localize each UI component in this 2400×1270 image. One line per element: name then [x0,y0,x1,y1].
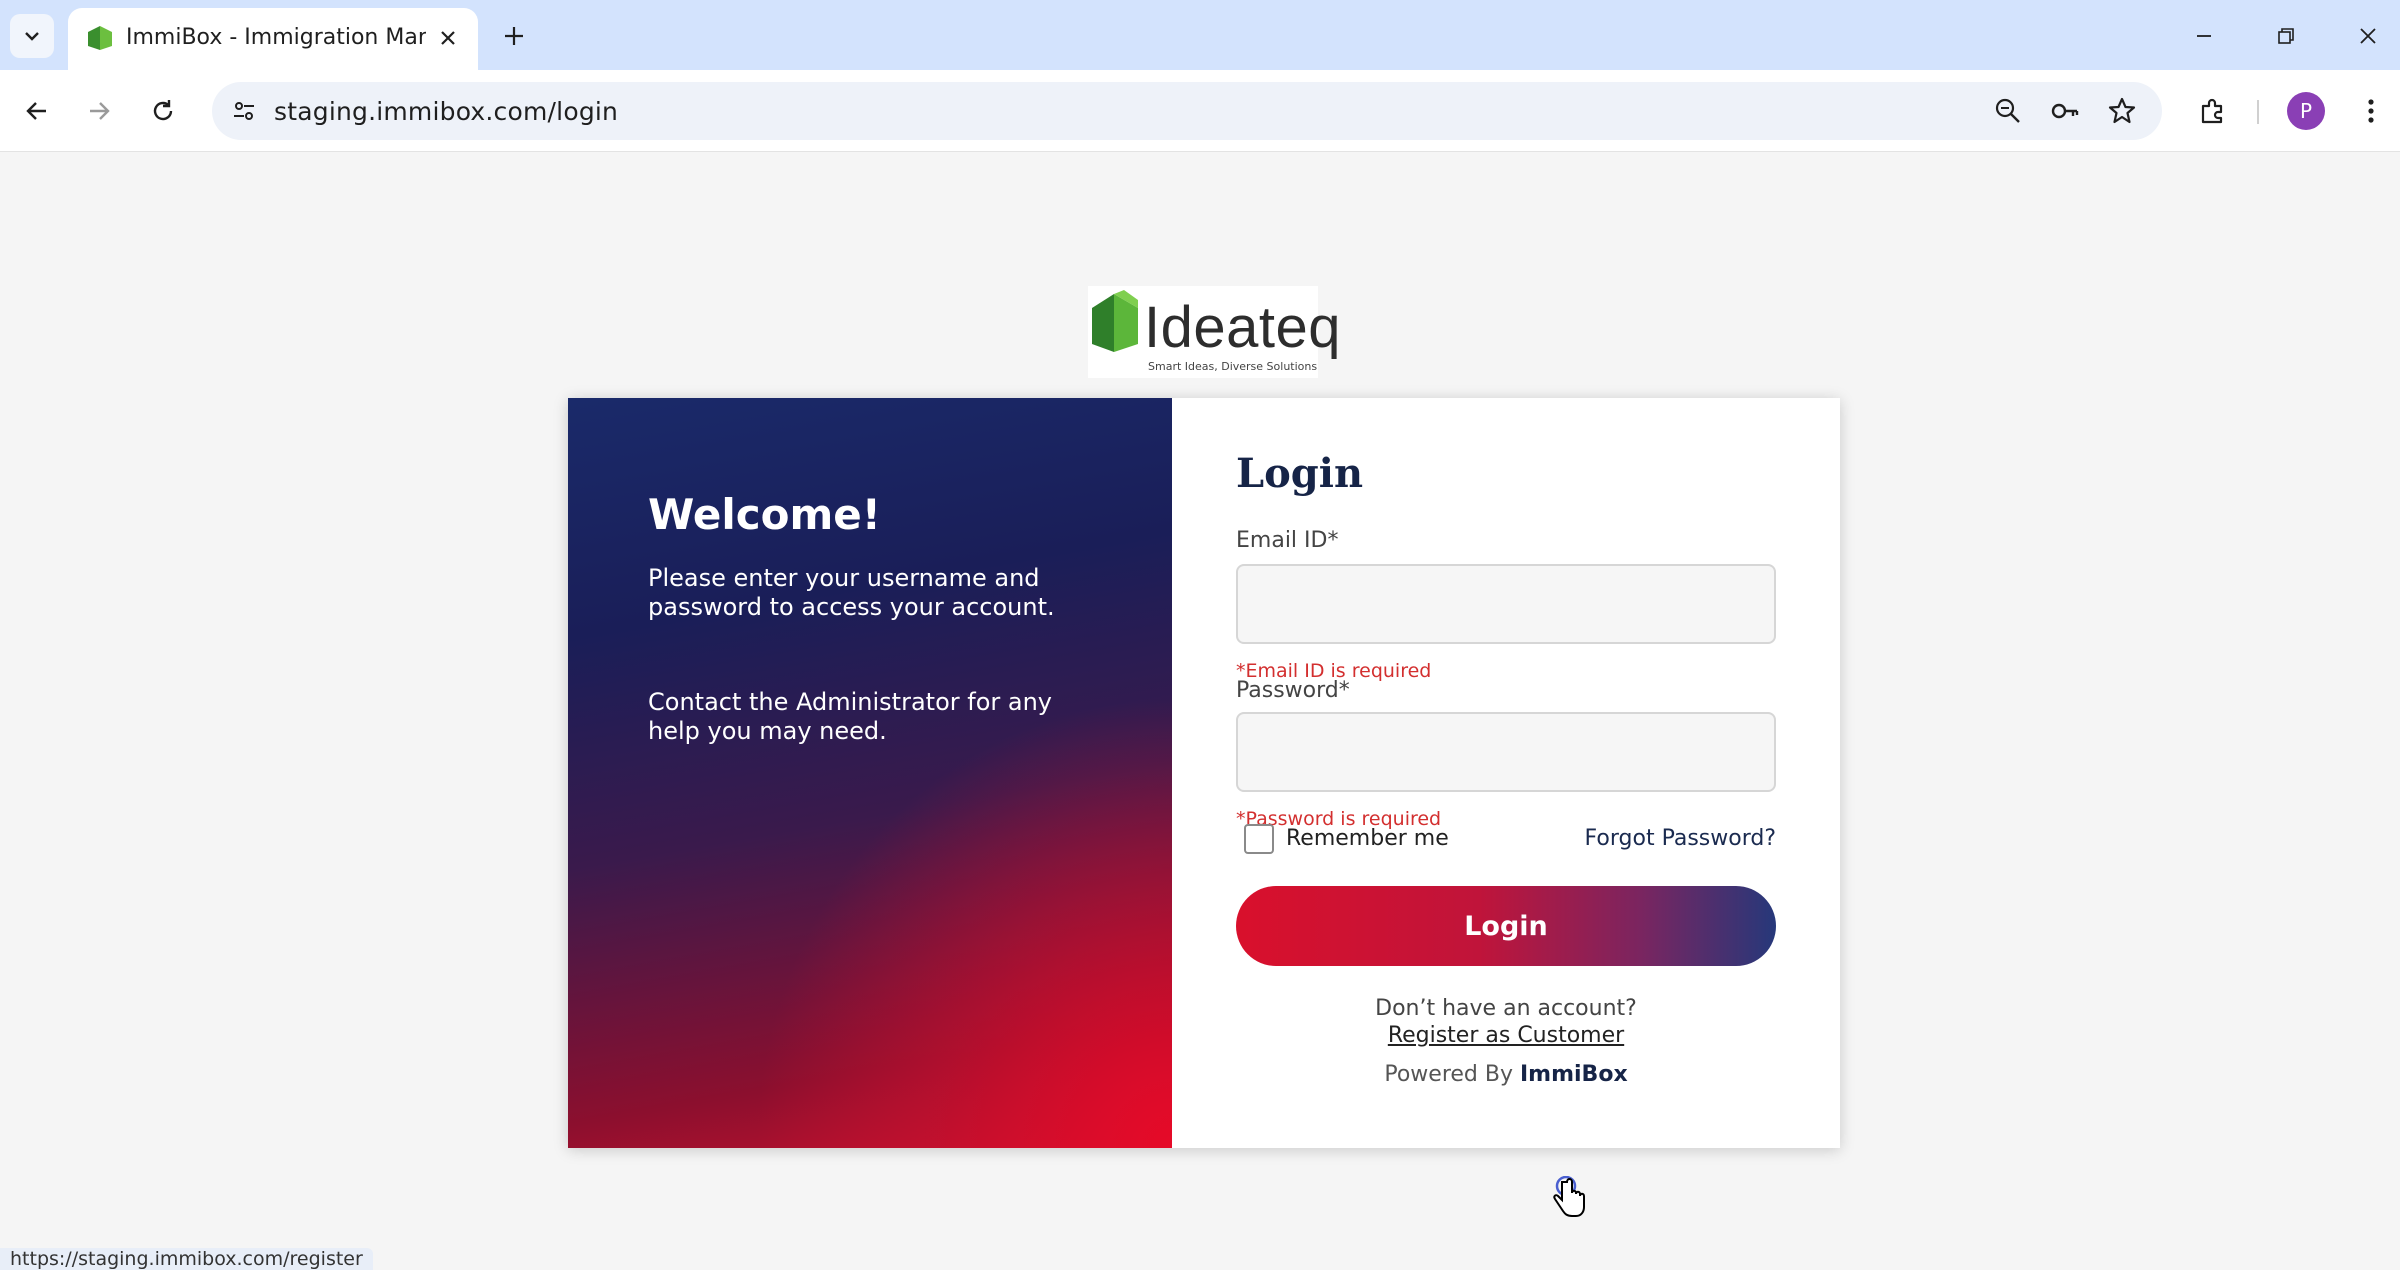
zoom-button[interactable] [1988,91,2028,131]
remember-me-checkbox[interactable] [1244,824,1274,854]
new-tab-button[interactable] [494,16,534,56]
welcome-contact-text: Contact the Administrator for any help y… [648,688,1053,745]
email-field[interactable] [1236,564,1776,644]
remember-me-label[interactable]: Remember me [1286,826,1449,851]
password-field[interactable] [1236,712,1776,792]
plus-icon [505,27,523,45]
arrow-right-icon [90,102,110,120]
reload-button[interactable] [140,88,186,134]
tab-title: ImmiBox - Immigration Manage [126,25,426,50]
tab-close-button[interactable] [430,20,466,56]
forgot-password-link[interactable]: Forgot Password? [1585,826,1776,851]
email-label: Email ID* [1236,528,1339,553]
url-text[interactable]: staging.immibox.com/login [274,97,618,126]
minimize-icon [2197,35,2211,37]
powered-by-brand: ImmiBox [1519,1062,1628,1087]
browser-toolbar: staging.immibox.com/login P [0,70,2400,152]
site-info-button[interactable] [224,91,264,131]
login-button[interactable]: Login [1236,886,1776,966]
puzzle-icon [2201,98,2223,124]
back-button[interactable] [14,88,60,134]
browser-tab-active[interactable]: ImmiBox - Immigration Manage [68,8,478,70]
register-customer-link[interactable]: Register as Customer [1236,1023,1776,1048]
close-icon [441,31,455,45]
address-bar[interactable]: staging.immibox.com/login [212,82,2162,140]
ideateq-logo-icon [88,26,112,50]
bookmark-button[interactable] [2102,91,2142,131]
zoom-out-icon [1995,98,2020,123]
window-close-button[interactable] [2346,14,2390,58]
tune-icon [234,102,254,120]
hand-cursor-icon [1553,1176,1585,1217]
ideateq-logo-icon [1092,290,1138,352]
forward-button[interactable] [76,88,122,134]
reload-icon [153,100,173,121]
arrow-left-icon [26,102,46,120]
company-logo: Ideateq Smart Ideas, Diverse Solutions [1088,286,1341,378]
chevron-down-icon [25,32,39,41]
star-icon [2108,97,2136,124]
restore-icon [2278,28,2294,44]
no-account-text: Don’t have an account? [1375,996,1637,1021]
login-title: Login [1236,450,1364,497]
logo-tagline: Smart Ideas, Diverse Solutions [1148,360,1318,373]
status-bar-url: https://staging.immibox.com/register [0,1248,373,1270]
page-content: Ideateq Smart Ideas, Diverse Solutions W… [0,152,2400,1270]
window-restore-button[interactable] [2264,14,2308,58]
logo-wordmark: Ideateq [1144,295,1342,360]
window-minimize-button[interactable] [2182,14,2226,58]
extensions-button[interactable] [2192,90,2234,132]
login-form-panel: Login Email ID* *Email ID is required Pa… [1172,398,1840,1148]
password-label: Password* [1236,678,1350,703]
key-icon [2051,103,2079,119]
profile-avatar[interactable]: P [2287,92,2325,130]
powered-by: Powered By ImmiBox [1236,1062,1776,1087]
browser-tabstrip: ImmiBox - Immigration Manage [0,0,2400,70]
password-manager-button[interactable] [2045,91,2085,131]
browser-menu-button[interactable] [2350,90,2392,132]
welcome-title: Welcome! [648,490,881,539]
more-vertical-icon [2368,99,2374,123]
tab-search-button[interactable] [10,14,54,58]
welcome-description: Please enter your username and password … [648,564,1055,621]
login-card: Welcome! Please enter your username and … [568,398,1840,1148]
close-icon [2360,28,2376,44]
powered-by-prefix: Powered By [1384,1062,1513,1087]
toolbar-separator [2257,100,2259,124]
welcome-panel: Welcome! Please enter your username and … [568,398,1172,1148]
